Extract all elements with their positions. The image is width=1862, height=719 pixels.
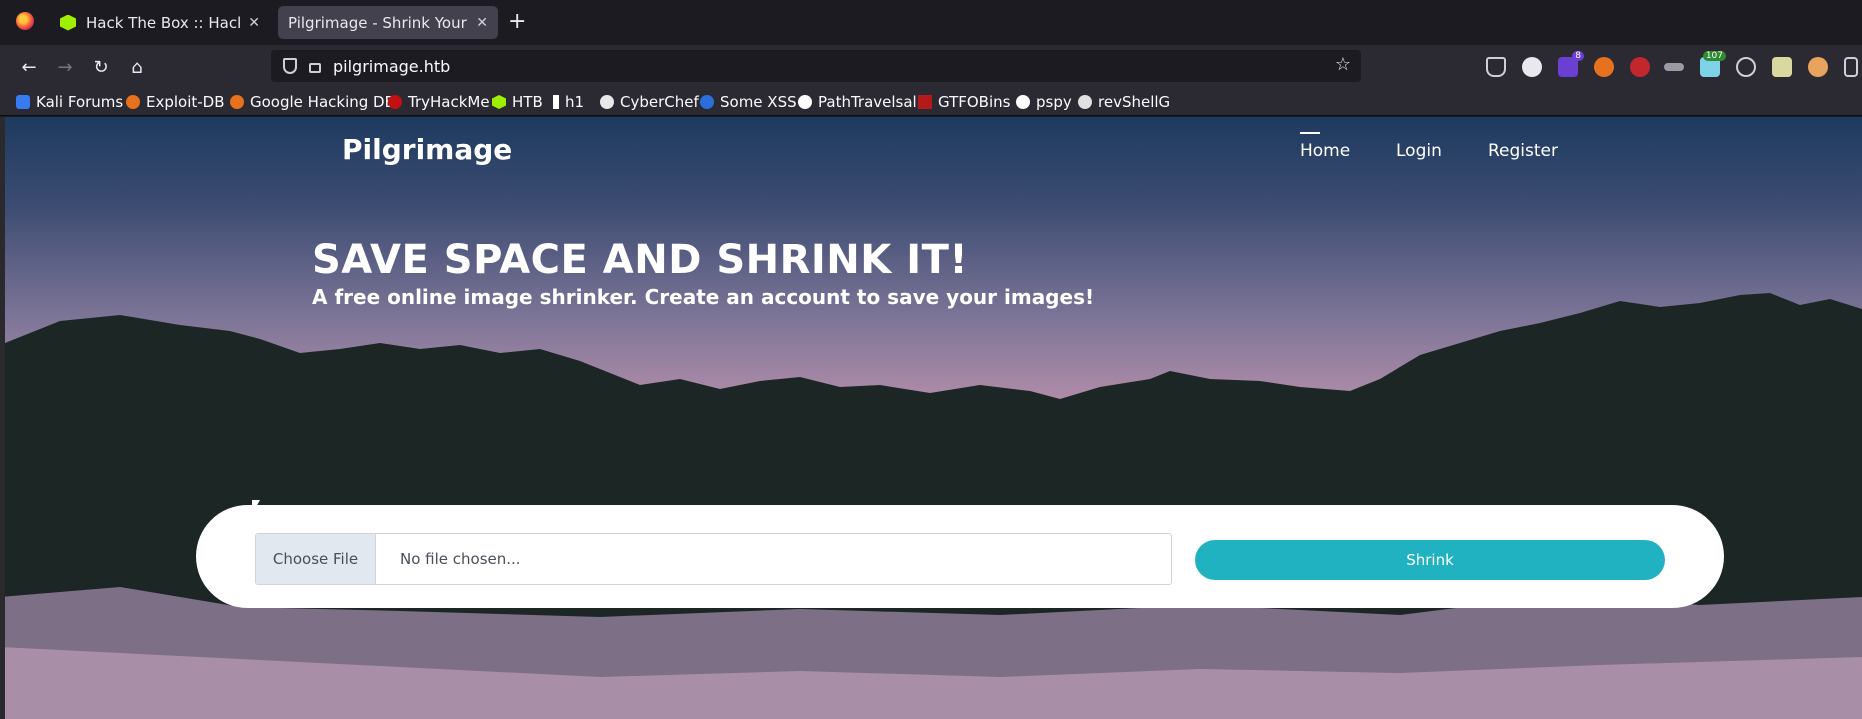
tracking-shield-icon[interactable] — [283, 58, 297, 74]
url-text[interactable]: pilgrimage.htb — [333, 57, 450, 76]
badge-count: 107 — [1702, 51, 1726, 61]
bookmark-label: GTFOBins — [938, 93, 1011, 111]
extension-hat-icon[interactable] — [1664, 63, 1684, 71]
bookmark-label: h1 — [565, 93, 585, 111]
upload-form-card: Choose File No file chosen... Shrink — [196, 505, 1724, 608]
tab-title: Hack The Box :: Hack The Box — [86, 13, 240, 32]
bookmark-label: CyberChef — [620, 93, 699, 111]
gtfobins-icon — [918, 95, 932, 109]
bookmark-exploit-db[interactable]: Exploit-DB — [126, 91, 225, 113]
home-icon[interactable]: ⌂ — [124, 54, 150, 80]
github-icon — [1016, 95, 1030, 109]
bookmark-some-xss[interactable]: Some XSS — [700, 91, 797, 113]
bookmark-tryhackme[interactable]: TryHackMe — [388, 91, 490, 113]
bookmark-cyberchef[interactable]: CyberChef — [600, 91, 699, 113]
bookmark-label: Google Hacking DB — [250, 93, 395, 111]
bookmark-label: Some XSS — [720, 93, 797, 111]
mountain-landscape — [0, 293, 1862, 719]
bookmark-pspy[interactable]: pspy — [1016, 91, 1072, 113]
bookmark-label: Kali Forums — [36, 93, 124, 111]
close-icon[interactable]: ✕ — [476, 15, 488, 31]
htb-cube-icon — [60, 14, 76, 31]
extension-fox-red-icon[interactable] — [1630, 57, 1650, 77]
extensions-puzzle-icon[interactable] — [1844, 57, 1858, 77]
ghdb-icon — [230, 95, 244, 109]
page-viewport: Pilgrimage Home Login Register SAVE SPAC… — [0, 117, 1862, 719]
exploitdb-icon — [126, 95, 140, 109]
extension-badge8-icon[interactable]: 8 — [1558, 51, 1584, 77]
navigation-toolbar: ← → ↻ ⌂ pilgrimage.htb ☆ 8 107 — [0, 45, 1862, 88]
extension-l-icon[interactable] — [1522, 57, 1542, 77]
forward-arrow-icon[interactable]: → — [52, 54, 78, 80]
bookmark-label: pspy — [1036, 93, 1072, 111]
github-icon — [798, 95, 812, 109]
tab-bar: Hack The Box :: Hack The Box ✕ Pilgrimag… — [0, 0, 1862, 45]
active-menu-indicator — [1300, 132, 1320, 134]
htb-icon — [492, 95, 506, 109]
close-icon[interactable]: ✕ — [248, 15, 260, 31]
bookmark-revshellg[interactable]: revShellG — [1078, 91, 1170, 113]
nav-register-link[interactable]: Register — [1488, 141, 1558, 161]
pocket-icon[interactable] — [1486, 57, 1506, 77]
choose-file-button[interactable]: Choose File — [256, 534, 376, 584]
tab-pilgrimage[interactable]: Pilgrimage - Shrink Your Images ✕ — [278, 6, 498, 39]
shrink-button[interactable]: Shrink — [1195, 540, 1665, 580]
tab-title: Pilgrimage - Shrink Your Images — [288, 13, 468, 32]
nav-home-link[interactable]: Home — [1300, 141, 1350, 161]
bookmark-label: revShellG — [1098, 93, 1171, 111]
xss-icon — [700, 95, 714, 109]
bookmark-h1[interactable]: h1 — [553, 91, 584, 113]
foxyproxy-icon[interactable] — [1594, 57, 1614, 77]
cyberchef-icon — [600, 95, 614, 109]
skull-icon — [1078, 95, 1092, 109]
bookmark-google-hacking-db[interactable]: Google Hacking DB — [230, 91, 395, 113]
bookmark-label: HTB — [512, 93, 543, 111]
bookmark-label: TryHackMe — [408, 93, 490, 111]
bookmark-label: PathTravelsal — [818, 93, 917, 111]
cookie-icon[interactable] — [1736, 57, 1756, 77]
bookmarks-toolbar: Kali Forums Exploit-DB Google Hacking DB… — [0, 88, 1862, 116]
hero-title: SAVE SPACE AND SHRINK IT! — [312, 237, 969, 283]
lock-icon[interactable] — [309, 63, 321, 73]
file-name-placeholder[interactable]: No file chosen... — [376, 534, 1171, 584]
extension-badge107-icon[interactable]: 107 — [1700, 51, 1726, 77]
badge-count: 8 — [1572, 51, 1584, 61]
bookmark-kali-forums[interactable]: Kali Forums — [16, 91, 123, 113]
bookmark-star-icon[interactable]: ☆ — [1335, 54, 1351, 75]
tab-hack-the-box[interactable]: Hack The Box :: Hack The Box ✕ — [50, 6, 270, 39]
page-left-edge — [0, 117, 5, 719]
firefox-menu-icon[interactable] — [16, 12, 34, 30]
address-bar[interactable]: pilgrimage.htb ☆ — [271, 50, 1361, 82]
nav-login-link[interactable]: Login — [1396, 141, 1442, 161]
back-arrow-icon[interactable]: ← — [16, 54, 42, 80]
bookmark-gtfobins[interactable]: GTFOBins — [918, 91, 1010, 113]
file-upload-input[interactable]: Choose File No file chosen... — [255, 533, 1172, 585]
bookmark-htb[interactable]: HTB — [492, 91, 543, 113]
reload-icon[interactable]: ↻ — [88, 54, 114, 80]
kali-icon — [16, 95, 30, 109]
bookmark-pathtravelsal[interactable]: PathTravelsal — [798, 91, 917, 113]
hero-subtitle: A free online image shrinker. Create an … — [312, 285, 1095, 309]
mouse-cursor-icon — [252, 500, 266, 514]
new-tab-button[interactable]: + — [508, 10, 526, 34]
tryhackme-icon — [388, 95, 402, 109]
hackerone-icon — [553, 95, 559, 109]
bookmark-label: Exploit-DB — [146, 93, 225, 111]
site-brand-logo[interactable]: Pilgrimage — [342, 133, 512, 166]
extension-film-icon[interactable] — [1772, 57, 1792, 77]
extension-character-icon[interactable] — [1808, 57, 1828, 77]
